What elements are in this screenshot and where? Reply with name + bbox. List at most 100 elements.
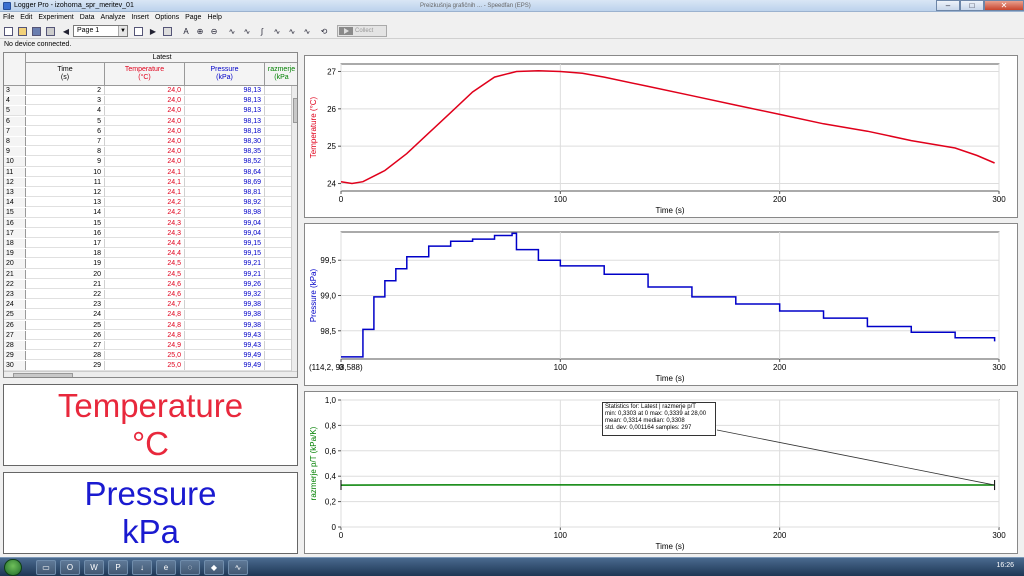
table-row[interactable]: 21 20 24,5 99,21 — [4, 269, 294, 279]
statistics-box[interactable]: Statistics for: Latest | razmerje p/T mi… — [602, 402, 716, 436]
table-horizontal-scrollbar[interactable] — [4, 371, 297, 377]
download-taskbar-icon[interactable]: ↓ — [132, 560, 152, 575]
pressure-graph[interactable]: 0 100 200 300 98,5 99,0 99,5 Time (s) Pressure (… — [304, 223, 1018, 386]
stats-icon[interactable]: ∿ — [271, 25, 283, 37]
print-icon[interactable] — [44, 25, 56, 37]
tangent-icon[interactable]: ∿ — [241, 25, 253, 37]
start-button[interactable] — [4, 559, 22, 576]
window-title: Logger Pro - izohorna_spr_meritev_01 — [14, 2, 134, 9]
temperature-cell: 24,8 — [105, 330, 185, 340]
table-row[interactable]: 18 17 24,4 99,15 — [4, 239, 294, 249]
table-row[interactable]: 14 13 24,2 98,92 — [4, 198, 294, 208]
data-table[interactable]: Latest Time (s) Temperature (°C) Pressure(… — [3, 52, 298, 378]
table-row[interactable]: 7 6 24,0 98,18 — [4, 126, 294, 136]
table-row[interactable]: 12 11 24,1 98,69 — [4, 177, 294, 187]
explorer-taskbar-icon[interactable]: ▭ — [36, 560, 56, 575]
column-header-time[interactable]: Time (s) — [26, 63, 105, 86]
menu-page[interactable]: Page — [182, 12, 204, 23]
menu-file[interactable]: File — [0, 12, 17, 23]
powerpoint-taskbar-icon[interactable]: P — [108, 560, 128, 575]
table-row[interactable]: 3 2 24,0 98,13 — [4, 86, 294, 96]
minimize-button[interactable]: – — [936, 0, 960, 11]
save-icon[interactable] — [30, 25, 42, 37]
temperature-graph[interactable]: 0 100 200 300 24 25 26 27 Time (s) Temperature (°… — [304, 55, 1018, 218]
scroll-thumb[interactable] — [13, 373, 73, 377]
table-row[interactable]: 10 9 24,0 98,52 — [4, 157, 294, 167]
column-header-temperature[interactable]: Temperature (°C) — [105, 63, 185, 86]
close-button[interactable]: ✕ — [984, 0, 1024, 11]
temperature-cell: 25,0 — [105, 351, 185, 361]
replay-icon[interactable]: ⟲ — [318, 25, 330, 37]
menu-analyze[interactable]: Analyze — [98, 12, 129, 23]
table-row[interactable]: 26 25 24,8 99,38 — [4, 320, 294, 330]
row-index: 20 — [4, 259, 26, 269]
new-file-icon[interactable] — [2, 25, 14, 37]
ratio-cell — [265, 310, 294, 320]
collect-button[interactable]: Collect — [337, 25, 387, 37]
chevron-down-icon[interactable]: ▼ — [118, 26, 127, 36]
back-icon[interactable]: ◀ — [60, 25, 72, 37]
examine-icon[interactable]: ∿ — [226, 25, 238, 37]
logger-pro-taskbar-icon[interactable]: ∿ — [228, 560, 248, 575]
table-row[interactable]: 20 19 24,5 99,21 — [4, 259, 294, 269]
plot-area[interactable] — [340, 63, 1000, 192]
table-row[interactable]: 24 23 24,7 99,38 — [4, 300, 294, 310]
table-row[interactable]: 27 26 24,8 99,43 — [4, 330, 294, 340]
page-select[interactable]: Page 1 ▼ — [73, 25, 128, 37]
table-row[interactable]: 5 4 24,0 98,13 — [4, 106, 294, 116]
ie-taskbar-icon[interactable]: e — [156, 560, 176, 575]
table-row[interactable]: 17 16 24,3 99,04 — [4, 228, 294, 238]
column-header-pressure[interactable]: Pressure (kPa) — [185, 63, 265, 86]
column-header-razmerje[interactable]: razmerje (kPa — [265, 63, 297, 86]
table-row[interactable]: 25 24 24,8 99,38 — [4, 310, 294, 320]
autoscale-icon[interactable]: A — [180, 25, 192, 37]
menu-insert[interactable]: Insert — [128, 12, 152, 23]
temperature-cell: 24,0 — [105, 96, 185, 106]
outlook-taskbar-icon[interactable]: O — [60, 560, 80, 575]
table-row[interactable]: 23 22 24,6 99,32 — [4, 290, 294, 300]
temperature-graph-svg[interactable]: 0 100 200 300 24 25 26 27 Time (s) Temperature (°… — [305, 56, 1019, 219]
maximize-button[interactable]: □ — [960, 0, 984, 11]
menu-help[interactable]: Help — [204, 12, 224, 23]
pressure-graph-svg[interactable]: 0 100 200 30098,599,099,5Time (s)Pressure (… — [305, 224, 1019, 387]
table-vertical-scrollbar[interactable] — [291, 86, 297, 371]
zoom-out-icon[interactable]: ⊖ — [208, 25, 220, 37]
row-index: 5 — [4, 106, 26, 116]
table-row[interactable]: 30 29 25,0 99,49 — [4, 361, 294, 371]
scroll-thumb[interactable] — [293, 98, 297, 123]
menu-edit[interactable]: Edit — [17, 12, 35, 23]
table-row[interactable]: 22 21 24,6 99,26 — [4, 279, 294, 289]
table-row[interactable]: 13 12 24,1 98,81 — [4, 188, 294, 198]
chat-taskbar-icon[interactable]: ◌ — [180, 560, 200, 575]
integral-icon[interactable]: ∫ — [256, 25, 268, 37]
time-cell: 27 — [26, 341, 105, 350]
menu-experiment[interactable]: Experiment — [35, 12, 76, 23]
menu-data[interactable]: Data — [77, 12, 98, 23]
row-index: 25 — [4, 310, 26, 320]
table-row[interactable]: 4 3 24,0 98,13 — [4, 96, 294, 106]
pressure-meter[interactable]: Pressure kPa — [3, 472, 298, 554]
time-cell: 14 — [26, 208, 105, 218]
table-row[interactable]: 16 15 24,3 99,04 — [4, 218, 294, 228]
table-row[interactable]: 29 28 25,0 99,49 — [4, 351, 294, 361]
menu-options[interactable]: Options — [152, 12, 182, 23]
temperature-meter[interactable]: Temperature °C — [3, 384, 298, 466]
curve-fit-icon[interactable]: ∿ — [301, 25, 313, 37]
zoom-in-icon[interactable]: ⊕ — [194, 25, 206, 37]
word-taskbar-icon[interactable]: W — [84, 560, 104, 575]
table-row[interactable]: 6 5 24,0 98,13 — [4, 116, 294, 126]
page-icon[interactable] — [132, 25, 144, 37]
table-row[interactable]: 19 18 24,4 99,15 — [4, 249, 294, 259]
next-page-icon[interactable]: ▶ — [147, 25, 159, 37]
table-row[interactable]: 9 8 24,0 98,35 — [4, 147, 294, 157]
grid-icon[interactable] — [161, 25, 173, 37]
table-row[interactable]: 15 14 24,2 98,98 — [4, 208, 294, 218]
open-folder-icon[interactable] — [16, 25, 28, 37]
fit-icon[interactable]: ∿ — [286, 25, 298, 37]
temperature-cell: 24,7 — [105, 300, 185, 310]
table-row[interactable]: 28 27 24,9 99,43 — [4, 341, 294, 351]
table-row[interactable]: 8 7 24,0 98,30 — [4, 137, 294, 147]
app-taskbar-icon[interactable]: ◆ — [204, 560, 224, 575]
row-index: 22 — [4, 279, 26, 289]
table-row[interactable]: 11 10 24,1 98,64 — [4, 167, 294, 177]
